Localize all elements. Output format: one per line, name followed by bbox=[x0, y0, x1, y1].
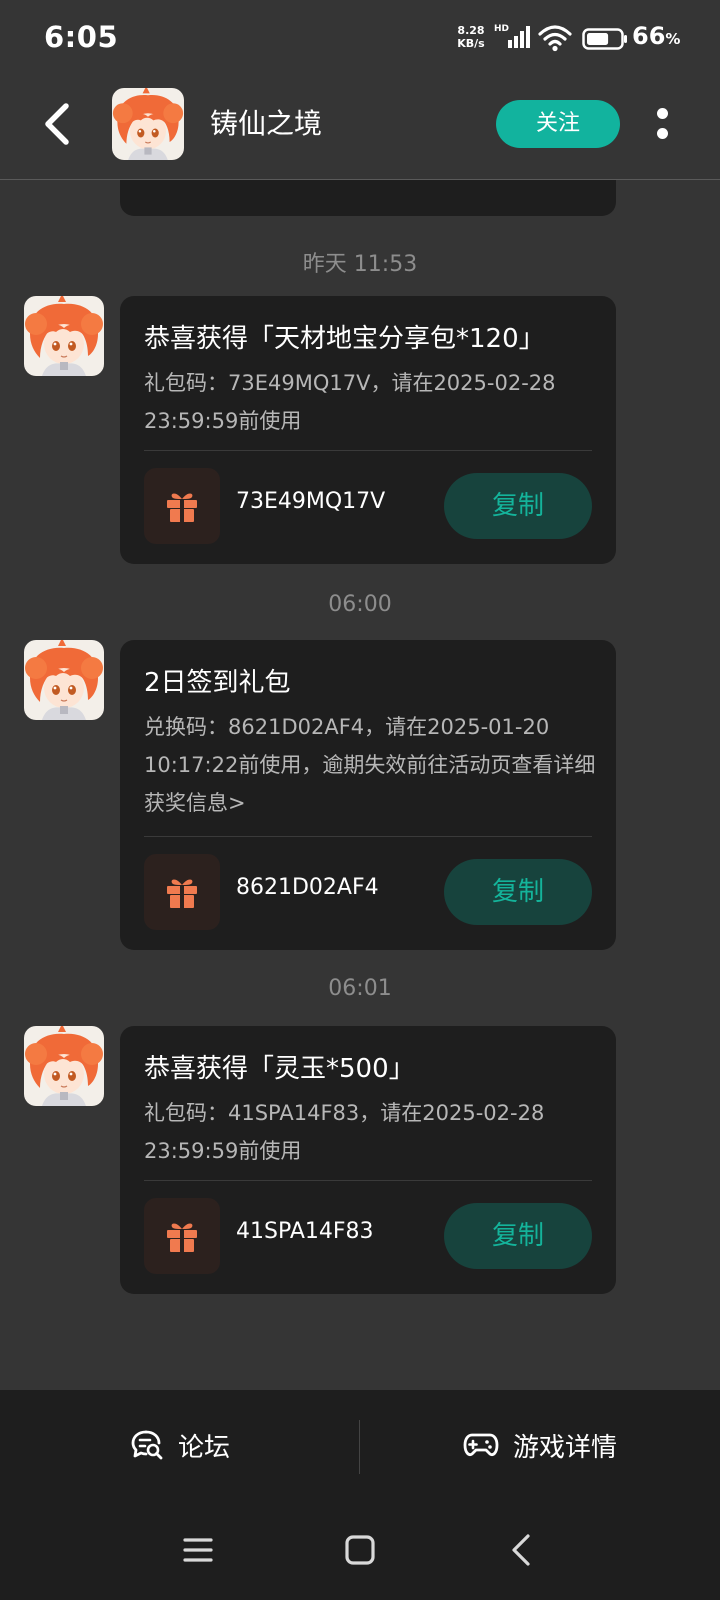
card-divider bbox=[144, 1180, 592, 1181]
app-header: 铸仙之境 关注 bbox=[0, 78, 720, 180]
gift-box bbox=[144, 854, 220, 930]
message-list[interactable]: 昨天 11:53 恭喜获得「天材地宝分享包*120」 礼包码：73E49MQ17… bbox=[0, 140, 720, 1390]
copy-button[interactable]: 复制 bbox=[444, 859, 592, 925]
message-timestamp: 06:00 bbox=[328, 592, 392, 617]
game-detail-label: 游戏详情 bbox=[512, 1432, 617, 1463]
home-icon[interactable] bbox=[340, 1530, 380, 1570]
forum-icon bbox=[131, 1430, 163, 1460]
system-navigation-bar bbox=[0, 1500, 720, 1600]
system-back-icon[interactable] bbox=[502, 1530, 542, 1570]
message-body: 礼包码：73E49MQ17V，请在2025-02-28 23:59:59前使用 bbox=[144, 371, 556, 433]
gift-message-card: 恭喜获得「天材地宝分享包*120」 礼包码：73E49MQ17V，请在2025-… bbox=[120, 296, 616, 564]
network-speed-unit: KB/s bbox=[457, 37, 485, 50]
message-timestamp: 06:01 bbox=[328, 976, 392, 1001]
game-avatar[interactable] bbox=[112, 88, 184, 160]
message-body: 礼包码：41SPA14F83，请在2025-02-28 23:59:59前使用 bbox=[144, 1101, 545, 1163]
gift-icon bbox=[164, 1218, 200, 1254]
tab-game-detail[interactable]: 游戏详情 bbox=[360, 1390, 720, 1500]
battery-percent-symbol: % bbox=[665, 30, 681, 48]
message-timestamp: 昨天 11:53 bbox=[302, 252, 418, 277]
screen: 6:05 8.28 KB/s HD 66% 铸仙之境 关注 昨天 11:53 恭… bbox=[0, 0, 720, 1600]
forum-label: 论坛 bbox=[177, 1432, 230, 1463]
bottom-tab-bar: 论坛 游戏详情 bbox=[0, 1390, 720, 1500]
wifi-icon bbox=[538, 25, 572, 52]
network-speed-value: 8.28 bbox=[457, 24, 485, 37]
gift-box bbox=[144, 1198, 220, 1274]
card-divider bbox=[144, 450, 592, 451]
gift-message-card: 2日签到礼包 兑换码：8621D02AF4，请在2025-01-20 10:17… bbox=[120, 640, 616, 950]
message-title: 2日签到礼包 bbox=[144, 668, 291, 698]
battery-percent: 66% bbox=[632, 22, 680, 50]
recent-apps-icon[interactable] bbox=[178, 1530, 218, 1570]
battery-percent-number: 66 bbox=[632, 22, 666, 50]
network-speed: 8.28 KB/s bbox=[452, 24, 490, 50]
copy-button[interactable]: 复制 bbox=[444, 1203, 592, 1269]
gift-code: 8621D02AF4 bbox=[236, 875, 379, 900]
gift-icon bbox=[164, 488, 200, 524]
message-title: 恭喜获得「天材地宝分享包*120」 bbox=[144, 324, 545, 354]
gift-code: 73E49MQ17V bbox=[236, 489, 386, 514]
gamepad-icon bbox=[463, 1433, 499, 1456]
card-divider bbox=[144, 836, 592, 837]
gift-code: 41SPA14F83 bbox=[236, 1219, 374, 1244]
hd-label: HD bbox=[494, 24, 510, 34]
message-body: 兑换码：8621D02AF4，请在2025-01-20 10:17:22前使用，… bbox=[144, 715, 596, 815]
sender-avatar[interactable] bbox=[24, 1026, 104, 1106]
signal-icon: HD bbox=[494, 24, 530, 50]
gift-icon bbox=[164, 874, 200, 910]
status-time: 6:05 bbox=[44, 20, 119, 54]
message-title: 恭喜获得「灵玉*500」 bbox=[144, 1054, 415, 1084]
gift-box bbox=[144, 468, 220, 544]
more-options-icon[interactable] bbox=[652, 104, 672, 144]
sender-avatar[interactable] bbox=[24, 640, 104, 720]
status-bar: 6:05 8.28 KB/s HD 66% bbox=[0, 0, 720, 78]
battery-icon bbox=[582, 28, 627, 50]
follow-button[interactable]: 关注 bbox=[496, 100, 620, 148]
tab-forum[interactable]: 论坛 bbox=[0, 1390, 360, 1500]
copy-button[interactable]: 复制 bbox=[444, 473, 592, 539]
back-arrow-icon[interactable] bbox=[36, 100, 76, 148]
gift-message-card: 恭喜获得「灵玉*500」 礼包码：41SPA14F83，请在2025-02-28… bbox=[120, 1026, 616, 1294]
page-title: 铸仙之境 bbox=[210, 107, 323, 140]
sender-avatar[interactable] bbox=[24, 296, 104, 376]
